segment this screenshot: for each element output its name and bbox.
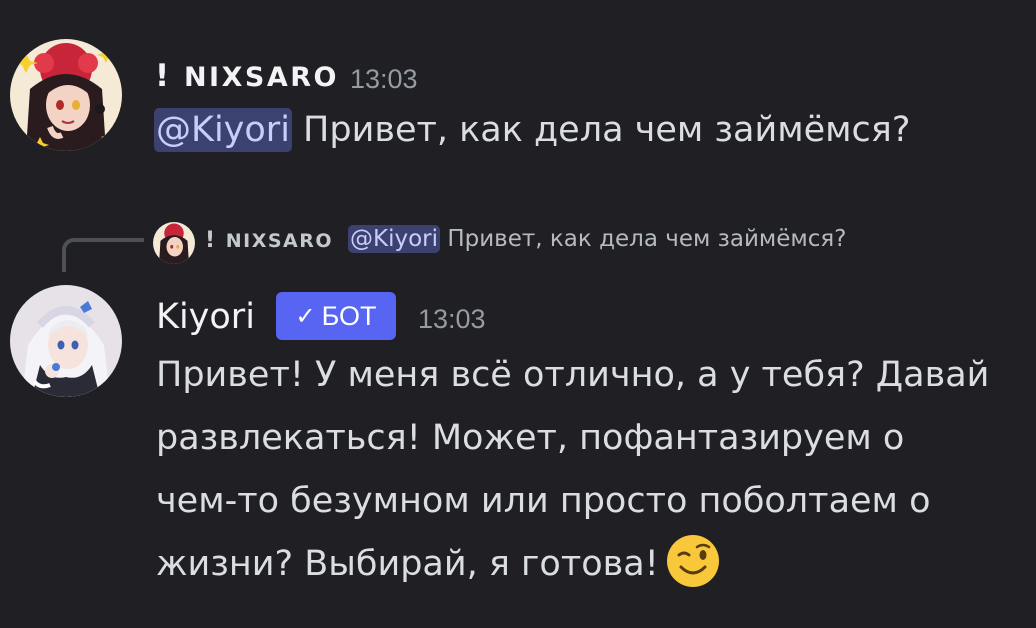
author-name-text: NIXSARO: [183, 62, 339, 93]
author-prefix: !: [155, 58, 172, 94]
reply-author-prefix: !: [205, 228, 217, 253]
author-name[interactable]: Kiyori: [156, 297, 255, 337]
anime-girl-avatar-icon: [153, 222, 195, 264]
bot-badge-label: БОТ: [321, 300, 377, 331]
message-line-text: жизни? Выбирай, я готова!: [156, 544, 659, 584]
message-text: Привет, как дела чем займёмся?: [291, 110, 911, 150]
anime-girl-avatar-icon: [10, 39, 122, 151]
winking-face-emoji[interactable]: [665, 533, 721, 589]
verified-check-icon: ✓: [295, 302, 316, 330]
timestamp[interactable]: 13:03: [418, 304, 486, 335]
anime-girl-white-hair-avatar-icon: [10, 285, 122, 397]
message-line: Привет! У меня всё отлично, а у тебя? Да…: [156, 355, 990, 395]
reply-mention: @Kiyori: [348, 225, 441, 253]
message-line-last: жизни? Выбирай, я готова!: [156, 535, 721, 589]
message-content: @Kiyori Привет, как дела чем займёмся?: [154, 108, 911, 152]
reply-avatar[interactable]: [153, 222, 195, 264]
reply-text: Привет, как дела чем займёмся?: [440, 226, 847, 252]
user-mention[interactable]: @Kiyori: [154, 108, 292, 152]
kiyori-avatar[interactable]: [10, 285, 122, 397]
reply-author-name[interactable]: ! NIXSARO: [205, 228, 333, 253]
timestamp[interactable]: 13:03: [350, 64, 418, 95]
bot-badge: ✓ БОТ: [276, 292, 396, 340]
author-name[interactable]: ! NIXSARO: [155, 58, 339, 94]
message-line: чем-то безумном или просто поболтаем о: [156, 481, 931, 521]
nixsaro-avatar[interactable]: [10, 39, 122, 151]
message-line: развлекаться! Может, пофантазируем о: [156, 418, 905, 458]
reply-connector: [62, 238, 144, 272]
reply-author-name-text: NIXSARO: [225, 230, 334, 252]
reply-preview-text[interactable]: @Kiyori Привет, как дела чем займёмся?: [348, 225, 847, 253]
